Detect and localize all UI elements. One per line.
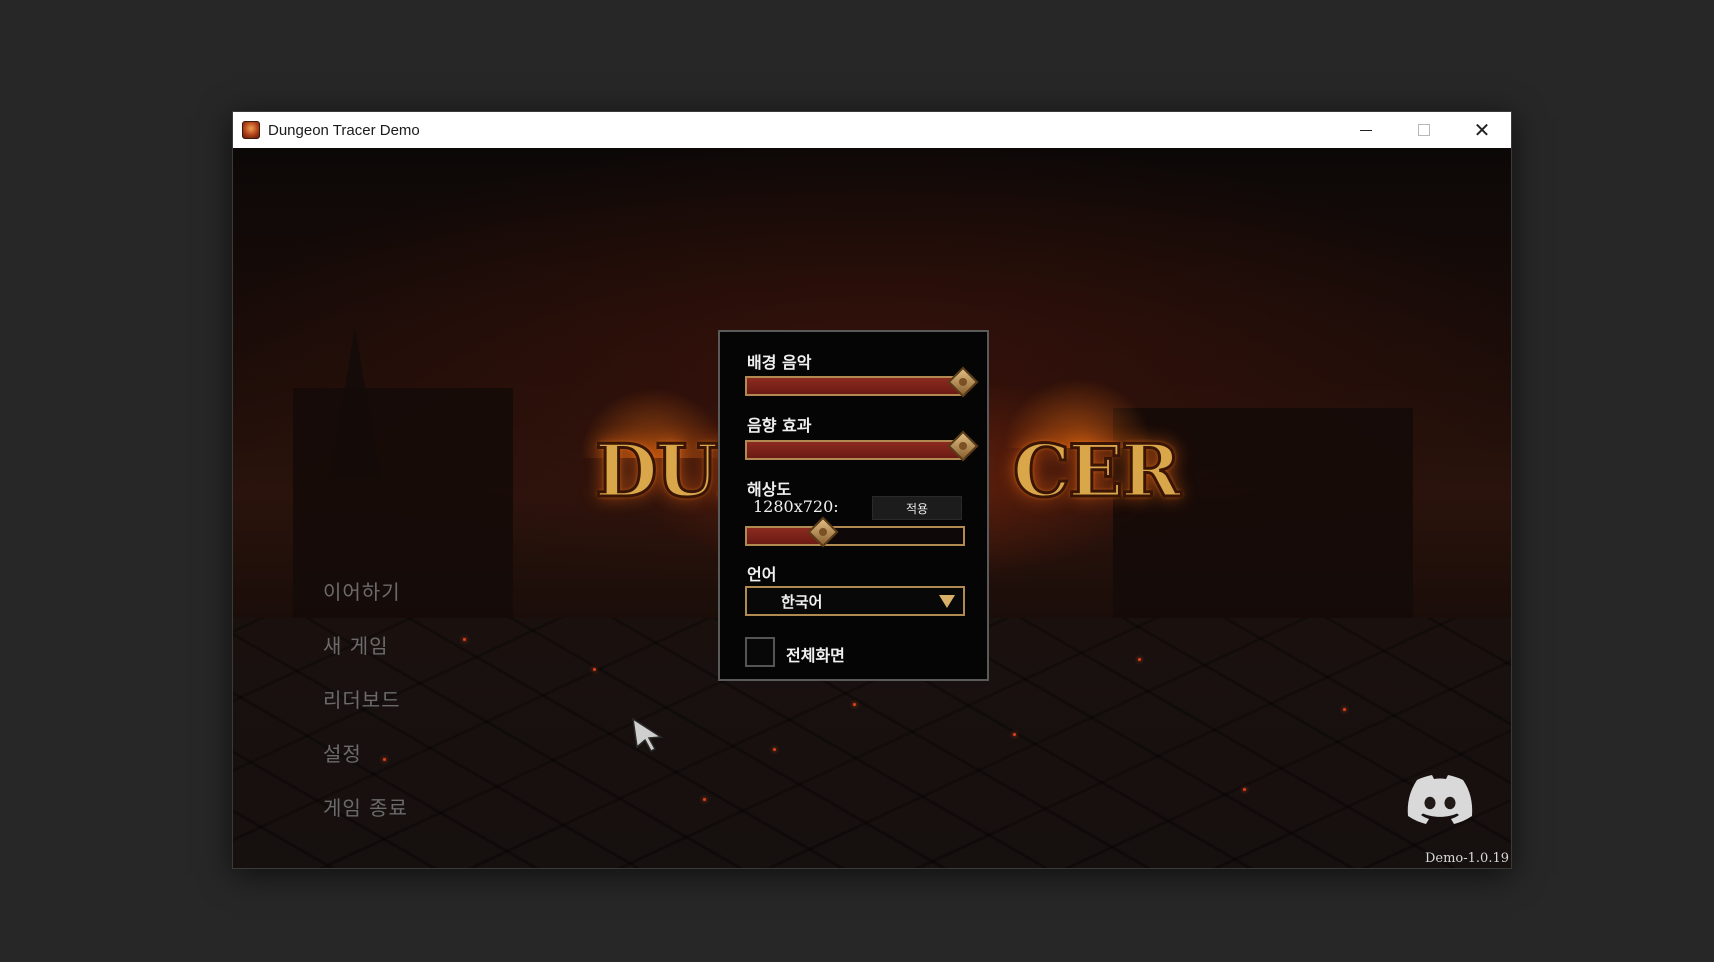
bgm-slider[interactable] (745, 366, 979, 398)
menu-item-new-game[interactable]: 새 게임 (323, 632, 408, 686)
window-title: Dungeon Tracer Demo (268, 121, 420, 139)
language-dropdown[interactable]: 한국어 (745, 586, 965, 616)
ember (853, 703, 856, 706)
menu-item-quit[interactable]: 게임 종료 (323, 794, 408, 848)
bgm-slider-fill (747, 378, 963, 394)
menu-item-leaderboard[interactable]: 리더보드 (323, 686, 408, 740)
version-label: Demo-1.0.19 (1424, 851, 1509, 866)
ember (1138, 658, 1141, 661)
game-viewport: DUN CER 이어하기 새 게임 리더보드 설정 게임 종료 배경 음악 음향… (233, 148, 1511, 868)
app-icon (242, 121, 260, 139)
game-window: Dungeon Tracer Demo ✕ DUN CER 이어하기 새 게임 … (232, 111, 1512, 869)
game-logo-right: CER (1011, 427, 1182, 515)
maximize-icon (1418, 124, 1430, 136)
minimize-icon (1360, 129, 1372, 131)
menu-item-settings[interactable]: 설정 (323, 740, 408, 794)
apply-resolution-button[interactable]: 적용 (872, 496, 962, 520)
fullscreen-checkbox[interactable] (745, 637, 775, 667)
ember (773, 748, 776, 751)
fullscreen-label: 전체화면 (786, 646, 845, 665)
discord-icon[interactable] (1407, 774, 1473, 824)
close-button[interactable]: ✕ (1453, 112, 1511, 148)
language-dropdown-value: 한국어 (781, 593, 823, 611)
maximize-button[interactable] (1395, 112, 1453, 148)
ember (1243, 788, 1246, 791)
bgm-label: 배경 음악 (747, 353, 812, 372)
sfx-slider-fill (747, 442, 963, 458)
sfx-slider[interactable] (745, 430, 979, 462)
ember (703, 798, 706, 801)
minimize-button[interactable] (1337, 112, 1395, 148)
ember (1343, 708, 1346, 711)
sfx-label: 음향 효과 (747, 416, 812, 435)
ember (593, 668, 596, 671)
arrow-cursor-icon (632, 717, 664, 752)
menu-item-continue[interactable]: 이어하기 (323, 578, 408, 632)
settings-panel: 배경 음악 음향 효과 해상도 1280x720: 적용 언어 한국어 전체화면 (718, 330, 989, 681)
main-menu: 이어하기 새 게임 리더보드 설정 게임 종료 (323, 578, 408, 848)
resolution-value: 1280x720: (753, 497, 839, 516)
ember (463, 638, 466, 641)
ember (1013, 733, 1016, 736)
title-bar[interactable]: Dungeon Tracer Demo ✕ (233, 112, 1511, 148)
close-icon: ✕ (1473, 118, 1491, 142)
resolution-slider[interactable] (745, 516, 965, 548)
chevron-down-icon (939, 595, 955, 608)
language-label: 언어 (747, 565, 777, 584)
